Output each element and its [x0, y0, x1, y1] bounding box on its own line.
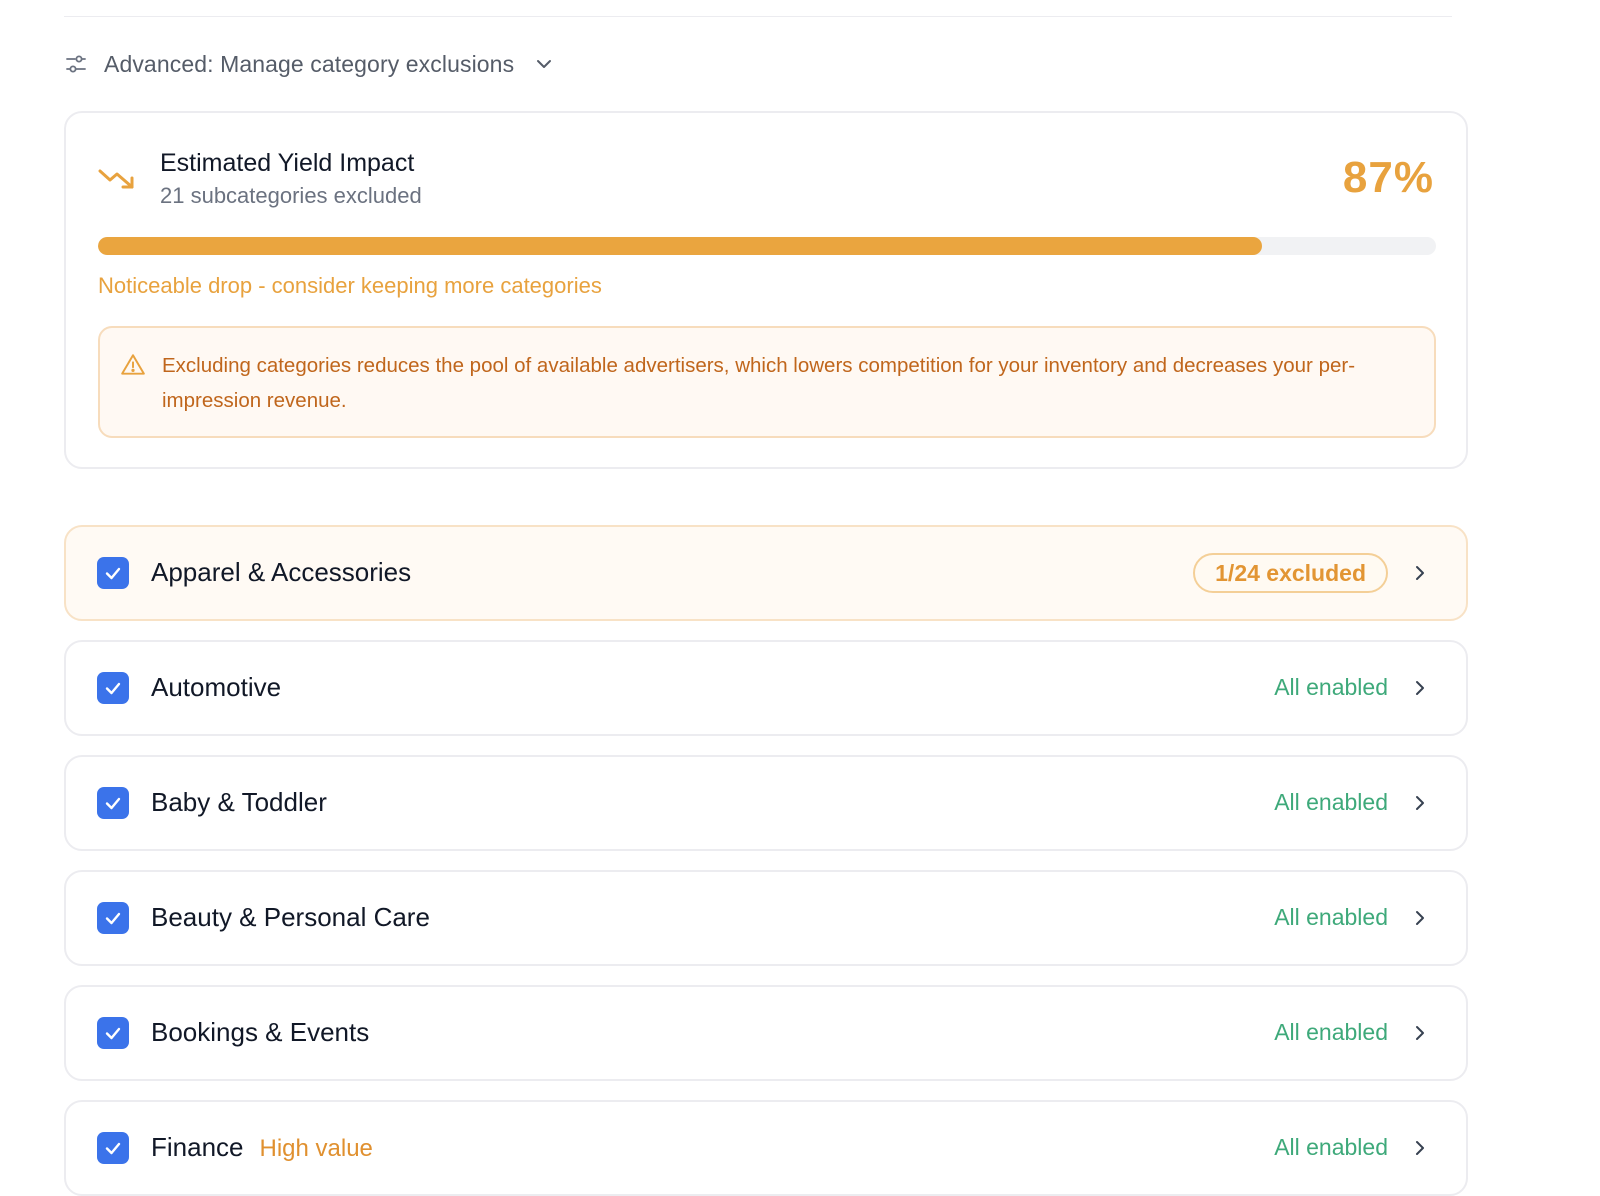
category-name: Apparel & Accessories — [151, 557, 412, 587]
category-label: Automotive — [151, 672, 281, 703]
checkmark-icon — [103, 908, 123, 928]
category-checkbox[interactable] — [97, 557, 129, 589]
category-row[interactable]: Finance High value All enabled — [64, 1100, 1468, 1196]
excluded-count-badge: 1/24 excluded — [1193, 553, 1388, 593]
enabled-status: All enabled — [1274, 1019, 1388, 1045]
category-name: Bookings & Events — [151, 1017, 370, 1047]
chevron-right-icon — [1416, 681, 1424, 695]
category-checkbox[interactable] — [97, 787, 129, 819]
checkmark-icon — [103, 678, 123, 698]
category-label: Finance High value — [151, 1132, 373, 1163]
warning-callout: Excluding categories reduces the pool of… — [98, 326, 1436, 438]
category-label: Beauty & Personal Care — [151, 902, 430, 933]
category-row[interactable]: Beauty & Personal Care All enabled — [64, 870, 1468, 966]
excluded-count-text: 21 subcategories excluded — [160, 183, 422, 208]
category-row[interactable]: Baby & Toddler All enabled — [64, 755, 1468, 851]
category-name: Automotive — [151, 672, 282, 702]
trending-down-icon — [98, 169, 134, 189]
enabled-status: All enabled — [1274, 1134, 1388, 1160]
advanced-exclusions-label: Advanced: Manage category exclusions — [104, 50, 515, 77]
yield-impact-message: Noticeable drop - consider keeping more … — [98, 273, 602, 298]
yield-progress-fill — [98, 237, 1263, 255]
category-row[interactable]: Bookings & Events All enabled — [64, 985, 1468, 1081]
yield-progress-bar — [98, 237, 1436, 255]
high-value-badge: High value — [259, 1135, 373, 1162]
category-name: Beauty & Personal Care — [151, 902, 430, 932]
yield-impact-card: Estimated Yield Impact 21 subcategories … — [64, 111, 1468, 469]
category-checkbox[interactable] — [97, 672, 129, 704]
chevron-right-icon — [1416, 911, 1424, 925]
category-label: Apparel & Accessories — [151, 557, 411, 588]
category-checkbox[interactable] — [97, 902, 129, 934]
category-checkbox[interactable] — [97, 1132, 129, 1164]
checkmark-icon — [103, 563, 123, 583]
yield-impact-percent: 87% — [1342, 153, 1434, 202]
checkmark-icon — [103, 793, 123, 813]
warning-text: Excluding categories reduces the pool of… — [162, 354, 1356, 412]
yield-impact-title: Estimated Yield Impact — [160, 149, 415, 177]
category-label: Bookings & Events — [151, 1017, 369, 1048]
category-name: Baby & Toddler — [151, 787, 327, 817]
category-row[interactable]: Automotive All enabled — [64, 640, 1468, 736]
enabled-status: All enabled — [1274, 789, 1388, 815]
chevron-right-icon — [1416, 1026, 1424, 1040]
category-name: Finance — [151, 1132, 244, 1162]
warning-triangle-icon — [121, 354, 145, 375]
sliders-icon — [66, 55, 86, 73]
advanced-exclusions-toggle[interactable]: Advanced: Manage category exclusions — [64, 46, 554, 82]
chevron-down-icon — [537, 60, 552, 68]
chevron-right-icon — [1416, 1141, 1424, 1155]
chevron-right-icon — [1416, 566, 1424, 580]
enabled-status: All enabled — [1274, 674, 1388, 700]
chevron-right-icon — [1416, 796, 1424, 810]
category-row[interactable]: Apparel & Accessories 1/24 excluded — [64, 525, 1468, 621]
enabled-status: All enabled — [1274, 904, 1388, 930]
checkmark-icon — [103, 1023, 123, 1043]
section-divider — [64, 16, 1452, 17]
category-label: Baby & Toddler — [151, 787, 327, 818]
category-checkbox[interactable] — [97, 1017, 129, 1049]
checkmark-icon — [103, 1138, 123, 1158]
